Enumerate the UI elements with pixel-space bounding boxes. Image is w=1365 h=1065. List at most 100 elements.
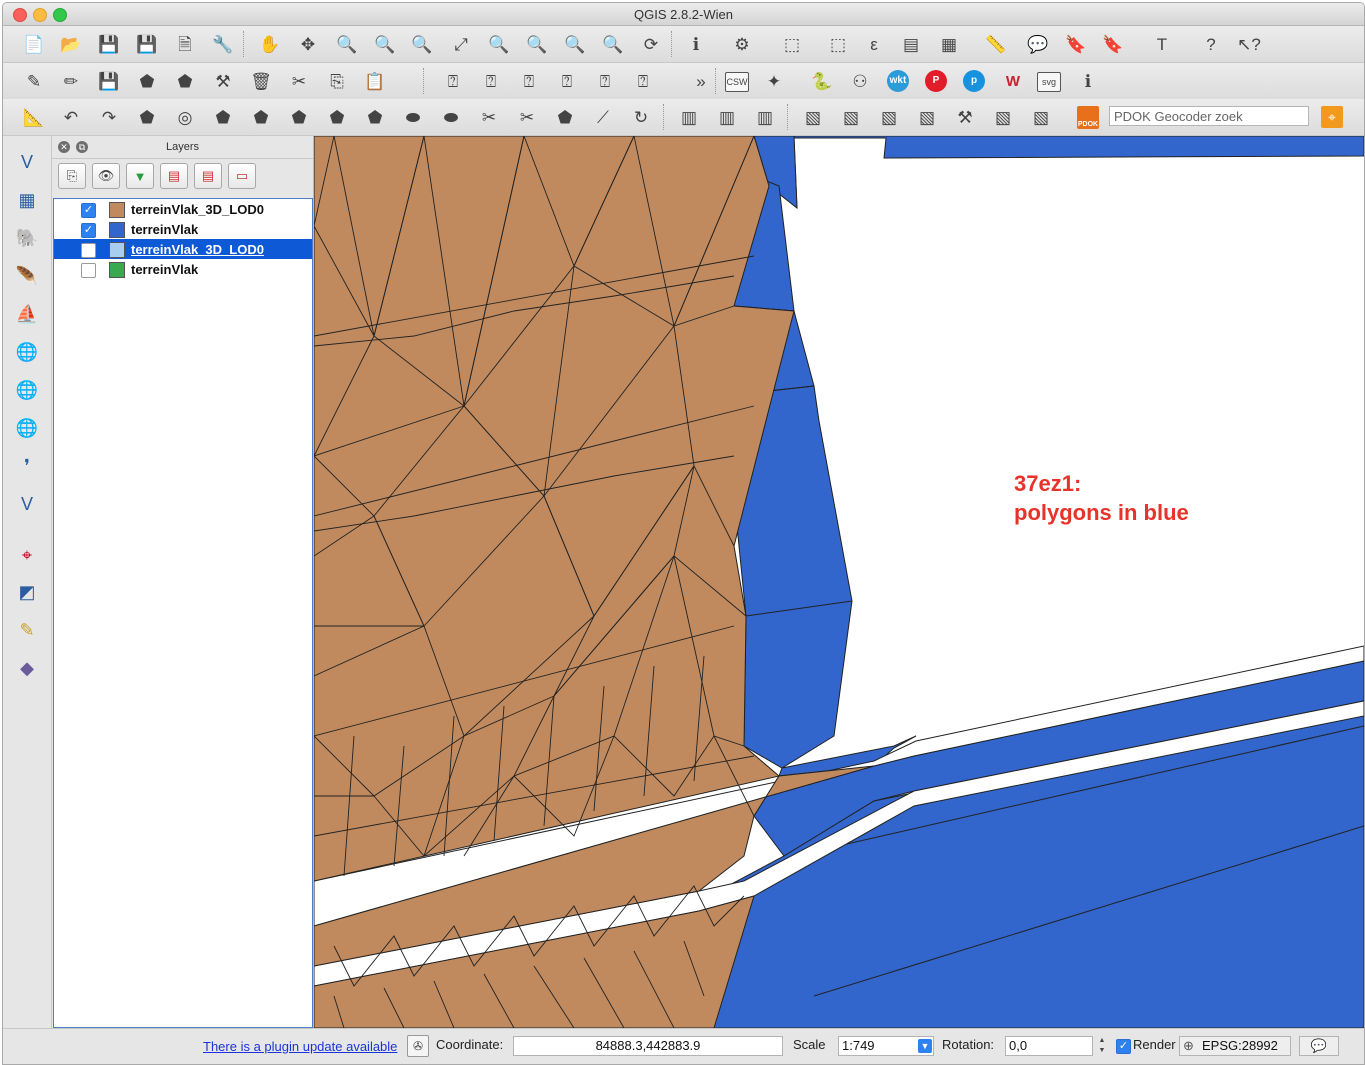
refresh-icon[interactable]: ⟳ xyxy=(638,31,664,57)
zoom-out-icon[interactable]: 🔍 xyxy=(372,31,398,57)
wkt-icon[interactable]: wkt xyxy=(887,70,909,92)
merge-features-icon[interactable]: ✂ xyxy=(514,104,540,130)
label-icon[interactable]: ⍰ xyxy=(440,68,466,94)
manage-visibility-icon[interactable]: 👁 xyxy=(92,163,120,189)
move-label-icon[interactable]: ⍰ xyxy=(554,68,580,94)
collapse-all-icon[interactable]: ▤ xyxy=(194,163,222,189)
rotation-spinner-icon[interactable]: ▲ ▼ xyxy=(1097,1036,1107,1056)
show-bookmarks-icon[interactable]: 🔖 xyxy=(1100,31,1126,57)
pdok-locate-icon[interactable]: ⌖ xyxy=(1321,106,1343,128)
svg-icon[interactable]: svg xyxy=(1037,72,1061,92)
offset-curve-icon[interactable]: ⬬ xyxy=(400,104,426,130)
zoom-in-icon[interactable]: 🔍 xyxy=(334,31,360,57)
layer-row[interactable]: terreinVlak_3D_LOD0 xyxy=(54,239,312,259)
pan-map-icon[interactable]: ✋ xyxy=(257,31,283,57)
grid-six-icon[interactable]: ▧ xyxy=(990,104,1016,130)
open-project-icon[interactable]: 📂 xyxy=(58,31,84,57)
grid-four-icon[interactable]: ▧ xyxy=(914,104,940,130)
identify-icon[interactable]: ℹ xyxy=(683,31,709,57)
pdok-plugin-icon[interactable]: p xyxy=(963,70,985,92)
show-hide-labels-icon[interactable]: ⍰ xyxy=(516,68,542,94)
undo-icon[interactable]: ↶ xyxy=(58,104,84,130)
layer-three-icon[interactable]: ▥ xyxy=(752,104,778,130)
add-wms-layer-icon[interactable]: 🌐 xyxy=(13,338,41,366)
digitizer-icon[interactable]: ↻ xyxy=(628,104,654,130)
add-part-icon[interactable]: ⬟ xyxy=(210,104,236,130)
remove-layer-icon[interactable]: ▭ xyxy=(228,163,256,189)
add-ring-icon[interactable]: ◎ xyxy=(172,104,198,130)
composer-manager-icon[interactable]: 🔧 xyxy=(210,31,236,57)
rotation-input[interactable]: 0,0 xyxy=(1005,1036,1093,1056)
add-wcs-layer-icon[interactable]: 🌐 xyxy=(13,376,41,404)
grid-two-icon[interactable]: ▧ xyxy=(838,104,864,130)
new-print-composer-icon[interactable]: 🗎 xyxy=(172,31,198,57)
csw-icon[interactable]: CSW xyxy=(725,72,749,92)
statistics-icon[interactable]: ▦ xyxy=(936,31,962,57)
zoom-full-icon[interactable]: ⤢ xyxy=(448,31,474,57)
new-bookmark-icon[interactable]: 🔖 xyxy=(1063,31,1089,57)
layer-row[interactable]: ✓ terreinVlak_3D_LOD0 xyxy=(54,199,312,219)
toggle-editing-icon[interactable]: ✏ xyxy=(58,68,84,94)
toggle-coordinate-icon[interactable]: ✇ xyxy=(407,1035,429,1057)
add-spatialite-layer-icon[interactable]: 🪶 xyxy=(13,262,41,290)
delete-selected-icon[interactable]: 🗑 xyxy=(248,68,274,94)
python-console-icon[interactable]: 🐍 xyxy=(809,68,835,94)
rotate-label-icon[interactable]: ⍰ xyxy=(592,68,618,94)
coordinate-input[interactable]: 84888.3,442883.9 xyxy=(513,1036,783,1056)
gps-icon[interactable]: ✎ xyxy=(13,616,41,644)
wkt-plugin-icon[interactable]: W xyxy=(1000,68,1026,94)
split-features-icon[interactable]: ⬬ xyxy=(438,104,464,130)
layer-two-icon[interactable]: ▥ xyxy=(714,104,740,130)
chevron-down-icon[interactable]: ▼ xyxy=(918,1039,932,1053)
redo-icon[interactable]: ↷ xyxy=(96,104,122,130)
current-edits-icon[interactable]: ✎ xyxy=(21,68,47,94)
zoom-last-icon[interactable]: 🔍 xyxy=(562,31,588,57)
layer-one-icon[interactable]: ▥ xyxy=(676,104,702,130)
attribute-table-icon[interactable]: ▤ xyxy=(898,31,924,57)
plugin-icon[interactable]: ✦ xyxy=(761,68,787,94)
new-project-icon[interactable]: 📄 xyxy=(21,31,47,57)
measure-icon[interactable]: 📏 xyxy=(983,31,1009,57)
select-features-icon[interactable]: ⬚ xyxy=(779,31,805,57)
zoom-to-layer-icon[interactable]: 🔍 xyxy=(524,31,550,57)
change-label-icon[interactable]: ⍰ xyxy=(630,68,656,94)
paste-features-icon[interactable]: 📋 xyxy=(362,68,388,94)
pin-labels-icon[interactable]: ⍰ xyxy=(478,68,504,94)
reshape-icon[interactable]: ⬟ xyxy=(362,104,388,130)
merge-attributes-icon[interactable]: ⬟ xyxy=(552,104,578,130)
field-calculator-icon[interactable]: ε xyxy=(861,31,887,57)
cut-features-icon[interactable]: ✂ xyxy=(286,68,312,94)
add-vector-layer-icon[interactable]: V xyxy=(13,148,41,176)
add-oracle-icon[interactable]: ⌖ xyxy=(13,541,41,569)
snapping-icon[interactable]: 📐 xyxy=(21,104,47,130)
layer-row[interactable]: ✓ terreinVlak xyxy=(54,219,312,239)
node-tool-icon[interactable]: ⚒ xyxy=(210,68,236,94)
layer-visibility-checkbox[interactable]: ✓ xyxy=(81,223,96,238)
add-postgis-layer-icon[interactable]: 🐘 xyxy=(13,224,41,252)
filter-legend-icon[interactable]: ▼ xyxy=(126,163,154,189)
rotate-point-icon[interactable]: ⟋ xyxy=(590,104,616,130)
save-edits-icon[interactable]: 💾 xyxy=(96,68,122,94)
add-mssql-layer-icon[interactable]: ⛵ xyxy=(13,300,41,328)
layer-visibility-checkbox[interactable]: ✓ xyxy=(81,203,96,218)
add-raster-layer-icon[interactable]: ▦ xyxy=(13,186,41,214)
copy-features-icon[interactable]: ⎘ xyxy=(324,68,350,94)
move-feature-icon[interactable]: ⬟ xyxy=(172,68,198,94)
text-annotation-icon[interactable]: T xyxy=(1149,31,1175,57)
new-shapefile-icon[interactable]: V xyxy=(13,490,41,518)
whats-this-icon[interactable]: ↖? xyxy=(1236,31,1262,57)
grid-one-icon[interactable]: ▧ xyxy=(800,104,826,130)
save-as-icon[interactable]: 💾 xyxy=(134,31,160,57)
delete-part-icon[interactable]: ⬟ xyxy=(324,104,350,130)
crs-button[interactable]: ⊕ EPSG:28992 xyxy=(1179,1036,1291,1056)
map-tips-icon[interactable]: 💬 xyxy=(1025,31,1051,57)
layer-visibility-checkbox[interactable] xyxy=(81,263,96,278)
split-parts-icon[interactable]: ✂ xyxy=(476,104,502,130)
deselect-icon[interactable]: ⬚ xyxy=(825,31,851,57)
render-checkbox[interactable]: ✓ xyxy=(1116,1039,1131,1054)
simplify-icon[interactable]: ⬟ xyxy=(134,104,160,130)
scale-combobox[interactable]: 1:749 ▼ xyxy=(838,1036,934,1056)
fill-ring-icon[interactable]: ⬟ xyxy=(248,104,274,130)
help-icon[interactable]: ? xyxy=(1198,31,1224,57)
pdok-geocoder-search-input[interactable]: PDOK Geocoder zoek xyxy=(1109,106,1309,126)
